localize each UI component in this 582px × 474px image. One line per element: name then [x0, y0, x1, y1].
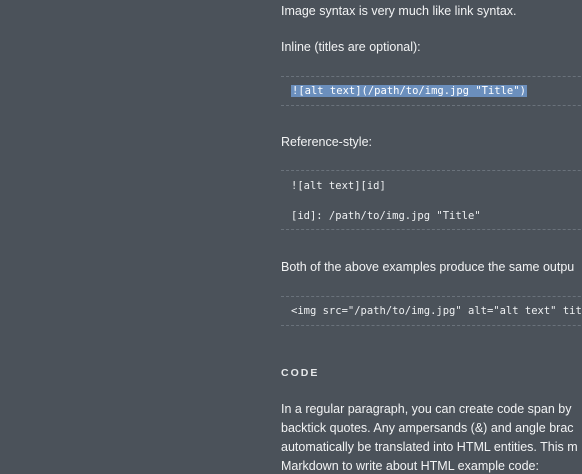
- paragraph-image-syntax: Image syntax is very much like link synt…: [281, 4, 517, 18]
- paragraph-code-line-2: backtick quotes. Any ampersands (&) and …: [281, 421, 574, 435]
- code-line[interactable]: ![alt text][id]: [291, 179, 386, 193]
- code-block-img-tag[interactable]: <img src="/path/to/img.jpg" alt="alt tex…: [281, 296, 582, 326]
- selected-text[interactable]: ![alt text](/path/to/img.jpg "Title"): [291, 85, 527, 97]
- section-heading-code: CODE: [281, 367, 320, 379]
- code-line[interactable]: [id]: /path/to/img.jpg "Title": [291, 209, 481, 223]
- code-block-inline[interactable]: ![alt text](/path/to/img.jpg "Title"): [281, 76, 582, 106]
- paragraph-code-line-1: In a regular paragraph, you can create c…: [281, 402, 572, 416]
- paragraph-inline: Inline (titles are optional):: [281, 40, 421, 54]
- paragraph-code-line-3: automatically be translated into HTML en…: [281, 440, 578, 454]
- code-line[interactable]: ![alt text](/path/to/img.jpg "Title"): [291, 84, 527, 98]
- paragraph-both-examples: Both of the above examples produce the s…: [281, 260, 575, 274]
- code-line[interactable]: <img src="/path/to/img.jpg" alt="alt tex…: [291, 304, 582, 318]
- paragraph-reference-style: Reference-style:: [281, 135, 373, 149]
- document-content: Image syntax is very much like link synt…: [281, 0, 582, 474]
- code-block-reference[interactable]: ![alt text][id] [id]: /path/to/img.jpg "…: [281, 170, 582, 230]
- paragraph-code-line-4: Markdown to write about HTML example cod…: [281, 459, 539, 473]
